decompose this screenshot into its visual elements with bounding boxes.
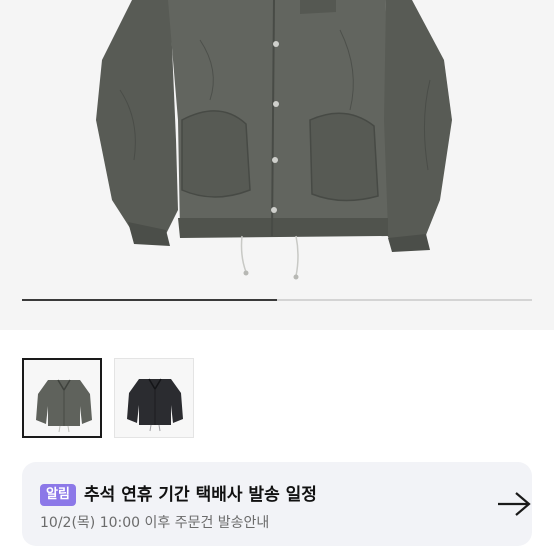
thumbnail-1[interactable] [22, 358, 102, 438]
notice-badge: 알림 [40, 484, 76, 506]
shipping-notice-banner[interactable]: 알림 추석 연휴 기간 택배사 발송 일정 10/2(목) 10:00 이후 주… [22, 462, 532, 546]
notice-title: 추석 연휴 기간 택배사 발송 일정 [84, 485, 317, 505]
black-jacket-thumbnail-image [127, 378, 183, 432]
product-image[interactable] [0, 0, 554, 330]
thumbnail-2[interactable] [114, 358, 194, 438]
olive-jacket-thumbnail-image [36, 379, 92, 433]
jacket-image [96, 0, 452, 280]
gallery-progress-track [22, 299, 532, 301]
arrow-right-icon[interactable] [496, 490, 532, 518]
notice-subtitle: 10/2(목) 10:00 이후 주문건 발송안내 [40, 515, 270, 531]
gallery-progress-fill [22, 299, 277, 301]
